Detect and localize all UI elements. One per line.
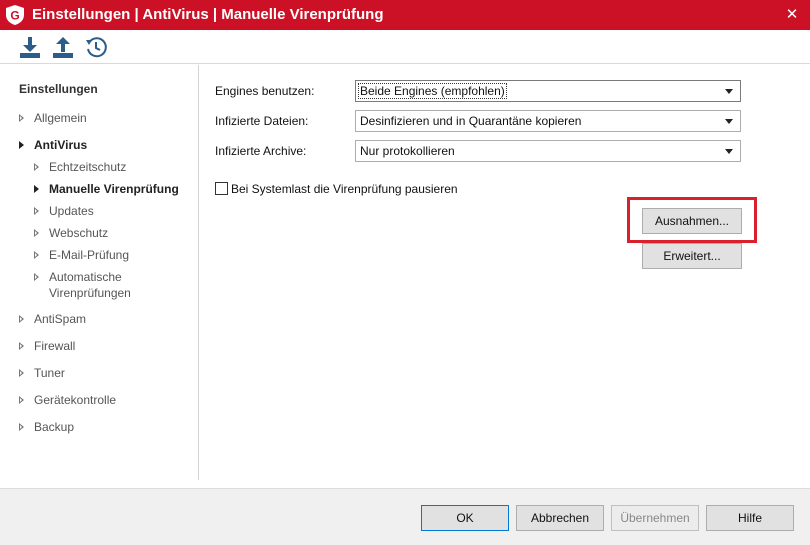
chevron-down-icon [725, 149, 733, 154]
engines-select-value: Beide Engines (empfohlen) [358, 83, 507, 99]
chevron-down-icon [725, 119, 733, 124]
sidebar-item-label: Updates [49, 204, 94, 218]
expanded-arrow-icon [19, 141, 24, 149]
import-settings-button[interactable] [18, 35, 42, 59]
sidebar-item-label: Firewall [34, 339, 76, 353]
pause-on-load-label: Bei Systemlast die Virenprüfung pausiere… [231, 182, 458, 196]
reset-icon [86, 37, 107, 58]
dialog-footer: OK Abbrechen Übernehmen Hilfe [0, 488, 810, 545]
settings-content: Engines benutzen: Beide Engines (empfohl… [200, 65, 810, 480]
sidebar-item-label: Tuner [34, 366, 65, 380]
close-icon: ✕ [785, 6, 799, 23]
sidebar-item-label: Manuelle Virenprüfung [49, 182, 179, 196]
sidebar-item-label: Gerätekontrolle [34, 393, 117, 407]
sidebar-item-label: E-Mail-Prüfung [49, 248, 130, 262]
expand-arrow-icon [19, 423, 24, 431]
sidebar-item-label: Echtzeitschutz [49, 160, 127, 174]
export-icon [53, 37, 73, 58]
sidebar-item-label: Webschutz [49, 226, 109, 240]
sidebar-item-label: AntiVirus [34, 138, 88, 152]
expand-arrow-icon [34, 229, 39, 237]
settings-sidebar: Einstellungen Allgemein AntiVirus Echtze… [0, 65, 199, 480]
expand-arrow-icon [34, 207, 39, 215]
reset-settings-button[interactable] [84, 35, 108, 59]
expand-arrow-icon [34, 273, 39, 281]
import-icon [20, 37, 40, 58]
apply-button[interactable]: Übernehmen [611, 505, 699, 531]
chevron-down-icon [725, 89, 733, 94]
expand-arrow-icon [19, 114, 24, 122]
export-settings-button[interactable] [51, 35, 75, 59]
advanced-button[interactable]: Erweitert... [642, 243, 742, 269]
selected-arrow-icon [34, 185, 39, 193]
exceptions-button[interactable]: Ausnahmen... [642, 208, 742, 234]
ok-button[interactable]: OK [421, 505, 509, 531]
infected-files-select[interactable]: Desinfizieren und in Quarantäne kopieren [355, 110, 741, 132]
infected-archives-select[interactable]: Nur protokollieren [355, 140, 741, 162]
engines-select[interactable]: Beide Engines (empfohlen) [355, 80, 741, 102]
sidebar-item-label: AntiSpam [34, 312, 87, 326]
sidebar-item-label: Allgemein [34, 111, 87, 125]
close-button[interactable]: ✕ [780, 3, 804, 27]
window-title: Einstellungen | AntiVirus | Manuelle Vir… [32, 6, 384, 23]
infected-files-label: Infizierte Dateien: [215, 114, 309, 128]
toolbar [0, 30, 810, 64]
cancel-button[interactable]: Abbrechen [516, 505, 604, 531]
expand-arrow-icon [19, 342, 24, 350]
gdata-logo-icon: G [6, 5, 24, 25]
infected-files-select-value: Desinfizieren und in Quarantäne kopieren [360, 114, 582, 128]
infected-archives-label: Infizierte Archive: [215, 144, 307, 158]
expand-arrow-icon [19, 369, 24, 377]
infected-archives-select-value: Nur protokollieren [360, 144, 455, 158]
expand-arrow-icon [34, 251, 39, 259]
expand-arrow-icon [19, 315, 24, 323]
help-button[interactable]: Hilfe [706, 505, 794, 531]
sidebar-item-label: Automatische Virenprüfungen [49, 270, 131, 300]
sidebar-heading: Einstellungen [19, 82, 98, 96]
engines-label: Engines benutzen: [215, 84, 315, 98]
pause-on-load-checkbox[interactable] [215, 182, 228, 195]
svg-text:G: G [10, 9, 19, 23]
expand-arrow-icon [19, 396, 24, 404]
title-bar: G Einstellungen | AntiVirus | Manuelle V… [0, 0, 810, 30]
sidebar-item-label: Backup [34, 420, 75, 434]
expand-arrow-icon [34, 163, 39, 171]
